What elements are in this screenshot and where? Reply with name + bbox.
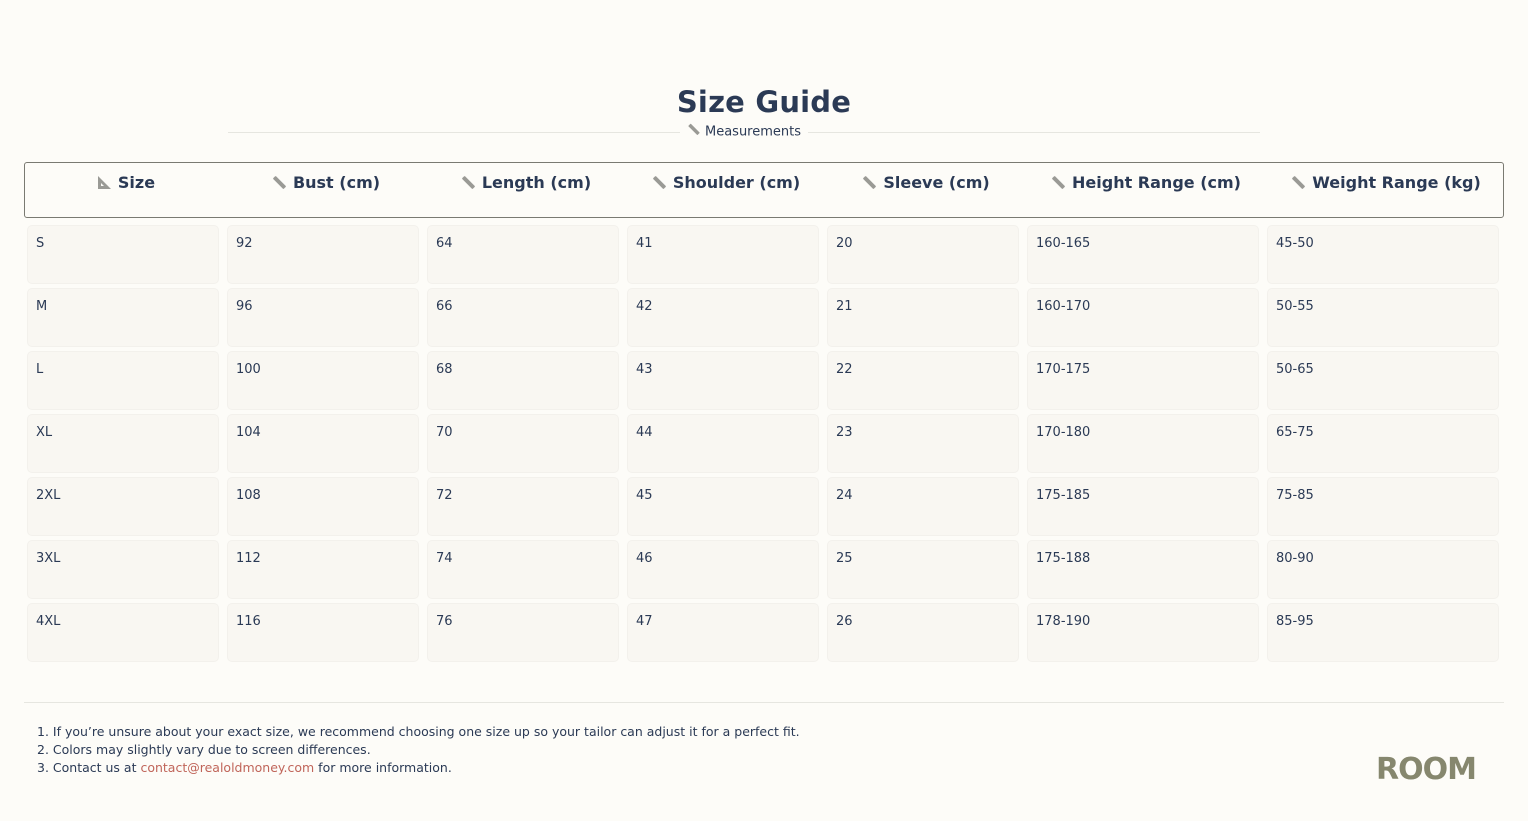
table-cell: 26 xyxy=(828,604,1018,661)
ruler-icon xyxy=(1291,173,1312,192)
table-cell: 47 xyxy=(628,604,818,661)
table-cell: 50-65 xyxy=(1268,352,1498,409)
table-cell: 70 xyxy=(428,415,618,472)
column-header-label: Shoulder (cm) xyxy=(672,173,801,192)
note-3-suffix: for more information. xyxy=(314,760,452,775)
table-cell: 45-50 xyxy=(1268,226,1498,283)
table-cell: 104 xyxy=(228,415,418,472)
column-header-4: Sleeve (cm) xyxy=(806,163,1046,203)
column-header-label: Sleeve (cm) xyxy=(883,173,990,192)
table-cell: 68 xyxy=(428,352,618,409)
table-cell: 46 xyxy=(628,541,818,598)
table-cell: S xyxy=(28,226,218,283)
table-header: Size Bust (cm) Length (cm) Shoulder (cm) Sle… xyxy=(24,162,1504,218)
page-title: Size Guide xyxy=(676,85,852,120)
note-1: 1. If you’re unsure about your exact siz… xyxy=(37,724,800,739)
table-cell: 66 xyxy=(428,289,618,346)
table-cell: 4XL xyxy=(28,604,218,661)
footnotes: 1. If you’re unsure about your exact siz… xyxy=(37,723,800,777)
table-cell: M xyxy=(28,289,218,346)
table-cell: 160-170 xyxy=(1028,289,1258,346)
table-cell: 3XL xyxy=(28,541,218,598)
table-cell: 24 xyxy=(828,478,1018,535)
table-cell: 45 xyxy=(628,478,818,535)
table-cell: 74 xyxy=(428,541,618,598)
column-header-label: Height Range (cm) xyxy=(1072,173,1241,192)
column-header-6: Weight Range (kg) xyxy=(1266,163,1506,203)
ruler-icon xyxy=(652,173,673,192)
section-divider: Measurements xyxy=(228,122,1260,143)
table-cell: 2XL xyxy=(28,478,218,535)
table-cell: 50-55 xyxy=(1268,289,1498,346)
table-cell: 21 xyxy=(828,289,1018,346)
table-cell: 108 xyxy=(228,478,418,535)
note-3: 3. Contact us at contact@realoldmoney.co… xyxy=(37,759,800,777)
table-cell: 175-185 xyxy=(1028,478,1258,535)
section-label: Measurements xyxy=(679,122,809,143)
table-cell: 160-165 xyxy=(1028,226,1258,283)
column-header-5: Height Range (cm) xyxy=(1026,163,1266,203)
table-cell: 72 xyxy=(428,478,618,535)
ruler-icon xyxy=(862,173,883,192)
table-cell: 92 xyxy=(228,226,418,283)
column-header-label: Length (cm) xyxy=(481,173,592,192)
table-cell: 22 xyxy=(828,352,1018,409)
table-cell: 116 xyxy=(228,604,418,661)
table-cell: 175-188 xyxy=(1028,541,1258,598)
section-label-text: Measurements xyxy=(704,124,802,140)
table-cell: 43 xyxy=(628,352,818,409)
table-cell: 80-90 xyxy=(1268,541,1498,598)
footer-divider xyxy=(24,702,1504,703)
column-header-label: Size xyxy=(117,173,156,192)
table-cell: L xyxy=(28,352,218,409)
set-square-icon xyxy=(97,173,118,192)
table-cell: 23 xyxy=(828,415,1018,472)
table-cell: 41 xyxy=(628,226,818,283)
table-cell: 44 xyxy=(628,415,818,472)
ruler-icon xyxy=(461,173,482,192)
table-cell: 85-95 xyxy=(1268,604,1498,661)
brand-logo: ROOM xyxy=(1376,752,1477,787)
table-cell: XL xyxy=(28,415,218,472)
note-2: 2. Colors may slightly vary due to scree… xyxy=(37,742,371,757)
table-cell: 170-175 xyxy=(1028,352,1258,409)
table-cell: 112 xyxy=(228,541,418,598)
ruler-icon xyxy=(272,173,293,192)
table-cell: 42 xyxy=(628,289,818,346)
table-cell: 170-180 xyxy=(1028,415,1258,472)
column-header-label: Bust (cm) xyxy=(292,173,381,192)
table-cell: 100 xyxy=(228,352,418,409)
table-cell: 75-85 xyxy=(1268,478,1498,535)
ruler-icon xyxy=(1051,173,1072,192)
table-cell: 76 xyxy=(428,604,618,661)
note-3-prefix: 3. Contact us at xyxy=(37,760,141,775)
table-cell: 65-75 xyxy=(1268,415,1498,472)
table-cell: 96 xyxy=(228,289,418,346)
table-cell: 178-190 xyxy=(1028,604,1258,661)
table-cell: 20 xyxy=(828,226,1018,283)
table-cell: 64 xyxy=(428,226,618,283)
contact-email-link[interactable]: contact@realoldmoney.com xyxy=(140,760,314,775)
ruler-icon xyxy=(687,122,700,142)
column-header-label: Weight Range (kg) xyxy=(1312,173,1481,192)
table-cell: 25 xyxy=(828,541,1018,598)
